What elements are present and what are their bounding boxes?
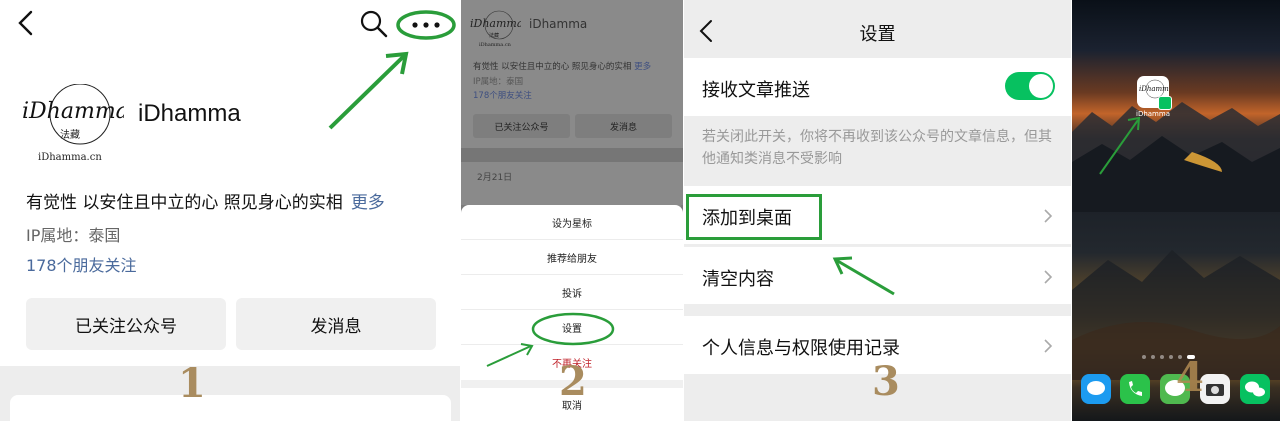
- phone-icon[interactable]: [1120, 374, 1150, 404]
- description-text: 有觉性 以安住且中立的心 照见身心的实相: [26, 193, 343, 213]
- clear-content-label: 清空内容: [702, 269, 774, 290]
- back-arrow-icon[interactable]: [14, 8, 38, 38]
- receive-push-label: 接收文章推送: [702, 80, 810, 101]
- page-dot: [1160, 355, 1164, 359]
- handset-icon: [1129, 381, 1142, 396]
- step-number-4: 4: [1176, 354, 1204, 401]
- ip-location: IP属地：泰国: [473, 77, 524, 87]
- description-text: 有觉性 以安住且中立的心 照见身心的实相: [473, 62, 632, 72]
- annotation-arrow: [1099, 116, 1141, 175]
- followed-button[interactable]: 已关注公众号: [26, 298, 226, 350]
- panel-settings: 设置 接收文章推送 若关闭此开关，你将不再收到该公众号的文章信息，但其他通知类消…: [684, 0, 1071, 421]
- step-number-1: 1: [178, 360, 206, 407]
- page-dot: [1151, 355, 1155, 359]
- panel-account-profile: iDhamma 法藏 iDhamma.cn iDhamma 有觉性 以安住且中立…: [0, 0, 460, 421]
- receive-push-toggle[interactable]: [1005, 72, 1055, 100]
- page-title: 设置: [859, 24, 896, 45]
- wechat-glyph-icon: [1245, 381, 1265, 397]
- article-card[interactable]: [10, 395, 451, 421]
- menu-recommend[interactable]: 推荐给朋友: [461, 240, 683, 275]
- annotation-arrow: [832, 256, 895, 296]
- camera-icon[interactable]: [1200, 374, 1230, 404]
- more-link[interactable]: 更多: [634, 62, 651, 72]
- content-divider: [461, 148, 683, 162]
- step-number-2: 2: [559, 358, 587, 405]
- receive-push-row: 接收文章推送: [684, 58, 1071, 116]
- messages-icon[interactable]: [1081, 374, 1111, 404]
- svg-text:iDhamma: iDhamma: [470, 17, 521, 30]
- account-name: iDhamma: [138, 100, 241, 127]
- search-icon[interactable]: [360, 10, 388, 38]
- account-description: 有觉性 以安住且中立的心 照见身心的实相 更多: [473, 60, 651, 72]
- settings-highlight-ellipse: [531, 312, 615, 346]
- send-message-button[interactable]: 发消息: [236, 298, 436, 350]
- svg-text:法藏: 法藏: [60, 128, 80, 141]
- svg-text:iDhamma.cn: iDhamma.cn: [38, 152, 102, 163]
- more-link[interactable]: 更多: [351, 193, 385, 213]
- chevron-right-icon: [1044, 209, 1053, 223]
- chat-bubble-icon: [1087, 381, 1105, 395]
- page-dot: [1169, 355, 1173, 359]
- svg-text:iDhamma: iDhamma: [1139, 85, 1169, 93]
- toggle-knob: [1029, 74, 1053, 98]
- followers-link[interactable]: 178个朋友关注: [26, 252, 137, 276]
- ip-location: IP属地：泰国: [26, 226, 121, 245]
- followed-button[interactable]: 已关注公众号: [473, 114, 570, 138]
- svg-text:iDhamma.cn: iDhamma.cn: [479, 42, 512, 48]
- account-name: iDhamma: [529, 17, 588, 31]
- account-description: 有觉性 以安住且中立的心 照见身心的实相 更多: [26, 188, 385, 213]
- more-options-icon[interactable]: [396, 10, 456, 40]
- article-date: 2月21日: [477, 173, 513, 183]
- svg-text:法藏: 法藏: [489, 32, 499, 39]
- menu-star[interactable]: 设为星标: [461, 205, 683, 240]
- svg-text:iDhamma: iDhamma: [22, 99, 124, 124]
- idhamma-logo: iDhamma 法藏 iDhamma.cn: [22, 84, 124, 163]
- push-hint-text: 若关闭此开关，你将不再收到该公众号的文章信息，但其他通知类消息不受影响: [702, 129, 1052, 167]
- idhamma-logo: iDhamma 法藏 iDhamma.cn: [470, 10, 521, 48]
- page-dot: [1142, 355, 1146, 359]
- panel-home-screen: iDhamma iDhamma 4: [1072, 0, 1280, 421]
- wechat-badge-icon: [1158, 96, 1172, 110]
- chevron-right-icon: [1044, 270, 1053, 284]
- chevron-right-icon: [1044, 339, 1053, 353]
- wechat-icon[interactable]: [1240, 374, 1270, 404]
- send-message-button[interactable]: 发消息: [575, 114, 672, 138]
- privacy-record-label: 个人信息与权限使用记录: [702, 338, 900, 359]
- camera-glyph-icon: [1206, 384, 1224, 396]
- annotation-arrow: [486, 343, 534, 367]
- step-number-3: 3: [872, 358, 900, 405]
- add-to-desktop-highlight: [686, 194, 822, 240]
- menu-report[interactable]: 投诉: [461, 275, 683, 310]
- followers-link[interactable]: 178个朋友关注: [473, 89, 532, 101]
- panel-action-sheet: iDhamma 法藏 iDhamma.cn iDhamma 有觉性 以安住且中立…: [461, 0, 683, 421]
- annotation-arrow: [328, 51, 409, 130]
